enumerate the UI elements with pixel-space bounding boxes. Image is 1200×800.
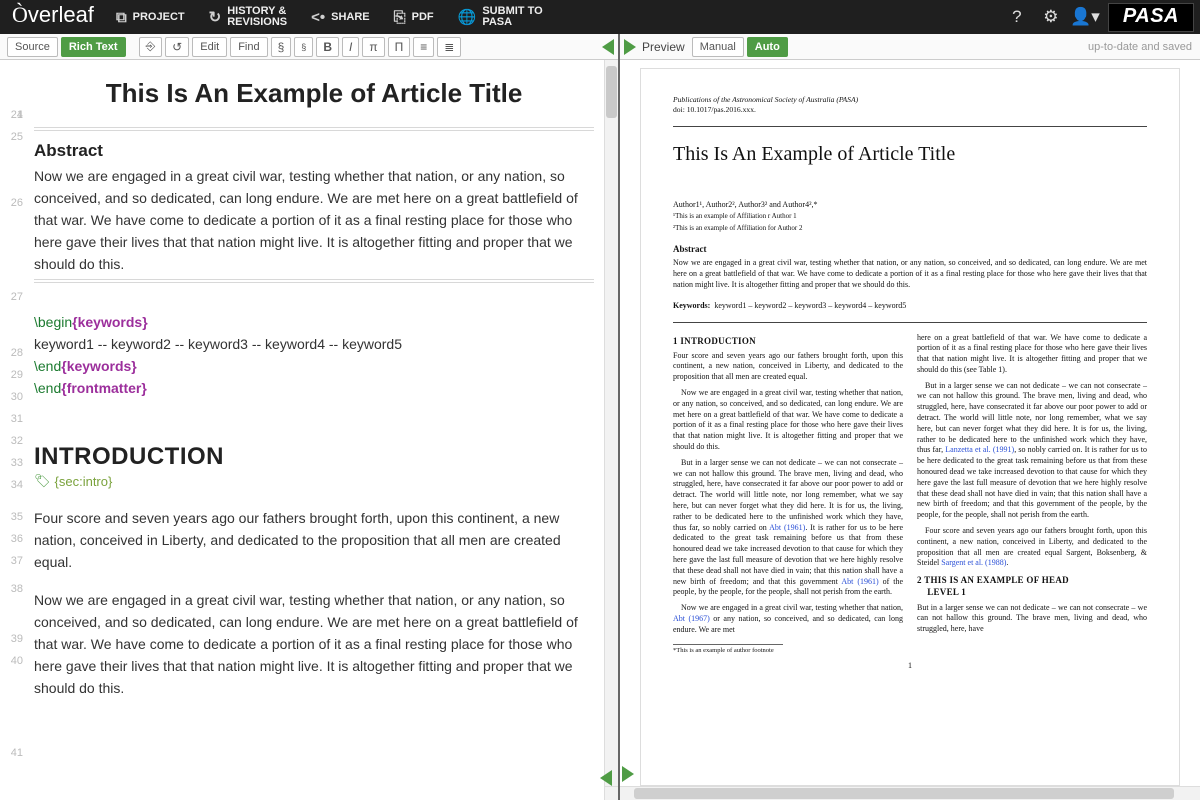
bold-icon[interactable]: B: [316, 37, 339, 57]
citation-link[interactable]: Abt (1967): [673, 614, 710, 623]
pdf-button[interactable]: ⎘PDF: [382, 0, 446, 34]
keywords-line: keyword1 -- keyword2 -- keyword3 -- keyw…: [34, 333, 594, 355]
share-button[interactable]: <•SHARE: [299, 0, 382, 34]
auto-button[interactable]: Auto: [747, 37, 788, 57]
para-40: Now we are engaged in a great civil war,…: [34, 589, 594, 699]
pdf-section-2: 2 THIS IS AN EXAMPLE OF HEAD LEVEL 1: [917, 574, 1147, 598]
manual-button[interactable]: Manual: [692, 37, 744, 57]
account-icon[interactable]: 👤▾: [1068, 7, 1102, 27]
math-icon[interactable]: π: [362, 37, 384, 57]
tag-icon: 🏷: [34, 473, 51, 489]
pdf-icon: ⎘: [394, 9, 406, 26]
pdf-footnote: *This is an example of author footnote: [673, 644, 783, 656]
editor-scrollbar[interactable]: [604, 60, 618, 800]
copy-icon: ⧉: [116, 9, 127, 26]
abstract-text: Now we are engaged in a great civil war,…: [34, 165, 594, 275]
editor-pane: 1 24 25 26 27 28 29 30 31 32 33 34 35 36…: [0, 60, 620, 800]
doc-title: This Is An Example of Article Title: [34, 78, 594, 109]
citation-link[interactable]: Sargent et al. (1988): [941, 558, 1006, 567]
submit-button[interactable]: 🌐SUBMIT TOPASA: [446, 0, 555, 34]
displaymath-icon[interactable]: Π: [388, 37, 411, 57]
intro-heading: INTRODUCTION: [34, 443, 594, 471]
collapse-right-icon[interactable]: [624, 39, 636, 55]
edit-menu[interactable]: Edit: [192, 37, 227, 57]
citation-link[interactable]: Abt (1961): [769, 523, 805, 532]
pdf-section-1: 1 INTRODUCTION: [673, 335, 903, 347]
settings-icon[interactable]: ⚙: [1034, 7, 1068, 27]
editor-content[interactable]: This Is An Example of Article Title Abst…: [28, 60, 604, 800]
latex-end-keywords: \end{keywords}: [34, 355, 594, 377]
pdf-page-number: 1: [673, 661, 1147, 672]
sync-right-icon[interactable]: [622, 766, 634, 782]
citation-link[interactable]: Lanzetta et al. (1991): [945, 445, 1014, 454]
pdf-authors: Author1¹, Author2², Author3² and Author4…: [673, 200, 1147, 211]
sync-left-icon[interactable]: [600, 770, 612, 786]
globe-icon: 🌐: [458, 12, 477, 23]
pdf-page: Publications of the Astronomical Society…: [640, 68, 1180, 786]
line-gutter: 1 24 25 26 27 28 29 30 31 32 33 34 35 36…: [0, 60, 28, 800]
help-icon[interactable]: ?: [1000, 7, 1034, 27]
share-icon: <•: [311, 9, 325, 26]
find-menu[interactable]: Find: [230, 37, 267, 57]
abstract-heading: Abstract: [34, 141, 594, 161]
source-tab[interactable]: Source: [7, 37, 58, 57]
history-button[interactable]: ↻HISTORY &REVISIONS: [197, 0, 299, 34]
preview-pane: Publications of the Astronomical Society…: [620, 60, 1200, 800]
history-icon: ↻: [209, 12, 222, 23]
para-38: Four score and seven years ago our fathe…: [34, 507, 594, 573]
numbered-list-icon[interactable]: ≡: [413, 37, 434, 57]
undo-history-icon[interactable]: ↺: [165, 37, 189, 57]
section-label: 🏷{sec:intro}: [34, 473, 112, 489]
latex-end-frontmatter: \end{frontmatter}: [34, 377, 594, 399]
section-icon[interactable]: §: [271, 37, 292, 57]
project-button[interactable]: ⧉PROJECT: [104, 0, 197, 34]
subsection-icon[interactable]: §: [294, 37, 313, 57]
top-menubar: Òverleaf ⧉PROJECT ↻HISTORY &REVISIONS <•…: [0, 0, 1200, 34]
preview-hscrollbar[interactable]: [620, 786, 1200, 800]
comment-icon[interactable]: ⎆: [139, 37, 163, 57]
bullet-list-icon[interactable]: ≣: [437, 37, 461, 57]
italic-icon[interactable]: I: [342, 37, 359, 57]
citation-link[interactable]: Abt (1961): [841, 577, 878, 586]
latex-begin-keywords: \begin{keywords}: [34, 311, 594, 333]
richtext-tab[interactable]: Rich Text: [61, 37, 126, 57]
toolbar: Source Rich Text ⎆ ↺ Edit Find § § B I π…: [0, 34, 1200, 60]
save-status: up-to-date and saved: [1088, 41, 1192, 53]
pdf-title: This Is An Example of Article Title: [673, 141, 1147, 168]
preview-label: Preview: [642, 40, 685, 54]
overleaf-logo[interactable]: Òverleaf: [6, 2, 104, 32]
collapse-left-icon[interactable]: [602, 39, 614, 55]
partner-logo: PASA: [1108, 3, 1194, 32]
